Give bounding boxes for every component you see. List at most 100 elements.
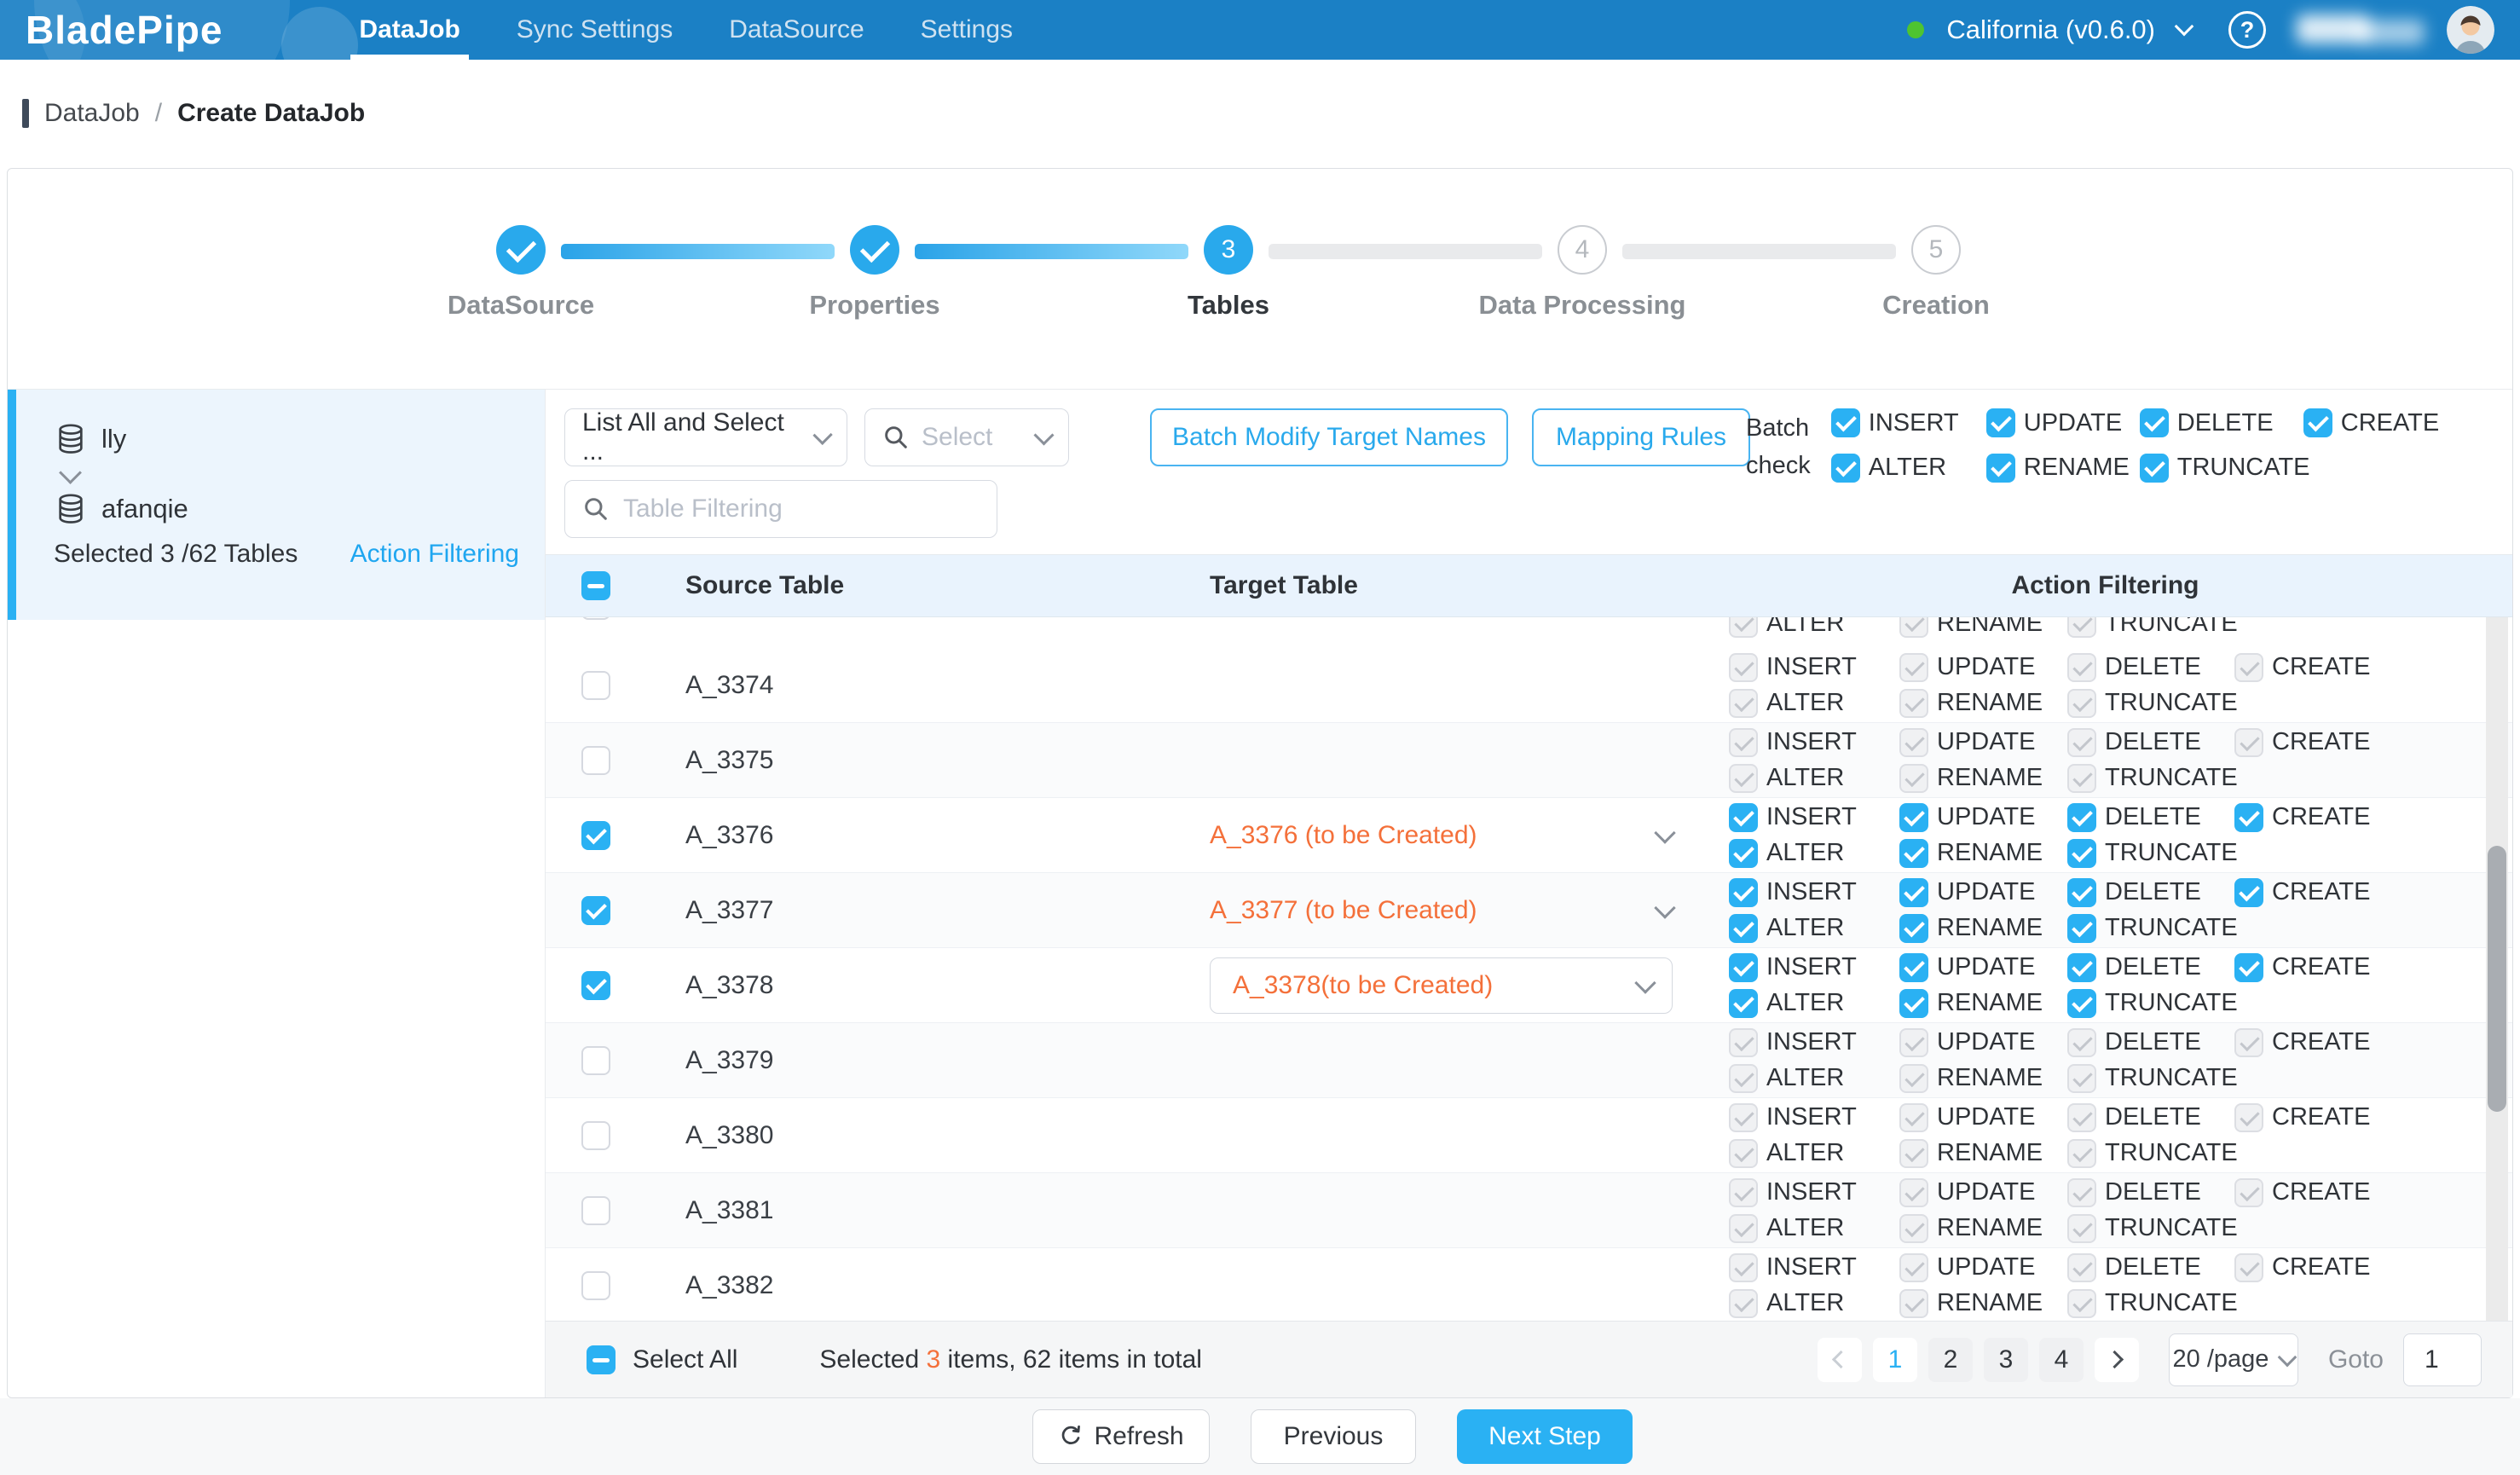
- action-checkbox[interactable]: [1899, 914, 1928, 943]
- action-checkbox[interactable]: [2067, 803, 2096, 832]
- user-avatar[interactable]: [2447, 6, 2494, 54]
- list-mode-select[interactable]: List All and Select ...: [564, 408, 847, 466]
- goto-page-input[interactable]: 1: [2403, 1333, 2482, 1386]
- pagination-page-4[interactable]: 4: [2039, 1338, 2084, 1382]
- batch-modify-target-names-button[interactable]: Batch Modify Target Names: [1150, 408, 1508, 466]
- action-checkbox: [1729, 1289, 1758, 1318]
- action-label: TRUNCATE: [2105, 1064, 2238, 1092]
- action-checkbox-item: CREATE: [2234, 653, 2379, 682]
- page-size-select[interactable]: 20 /page: [2169, 1333, 2298, 1386]
- action-checkbox[interactable]: [2067, 914, 2096, 943]
- search-icon: [582, 495, 610, 523]
- action-checkbox[interactable]: [1899, 803, 1928, 832]
- sidebar-item-db-pair[interactable]: lly afanqie: [8, 390, 545, 620]
- action-checkbox-item: ALTER: [1729, 617, 1899, 638]
- action-checkbox[interactable]: [1899, 953, 1928, 982]
- action-checkbox-item: RENAME: [1986, 454, 2140, 483]
- refresh-button[interactable]: Refresh: [1032, 1409, 1210, 1464]
- action-checkbox[interactable]: [1899, 989, 1928, 1018]
- row-checkbox[interactable]: [581, 1196, 610, 1225]
- action-checkbox[interactable]: [1899, 839, 1928, 868]
- action-checkbox[interactable]: [1831, 454, 1860, 483]
- previous-button[interactable]: Previous: [1251, 1409, 1416, 1464]
- target-table-select[interactable]: A_3376 (to be Created): [1210, 821, 1673, 850]
- action-checkbox[interactable]: [1729, 914, 1758, 943]
- action-checkbox[interactable]: [1831, 408, 1860, 437]
- pagination-prev-button[interactable]: [1818, 1338, 1862, 1382]
- action-filtering-grid: INSERTUPDATEDELETECREATEALTERRENAMETRUNC…: [1729, 728, 2512, 793]
- row-checkbox[interactable]: [581, 971, 610, 1000]
- row-checkbox[interactable]: [581, 1271, 610, 1300]
- row-checkbox[interactable]: [581, 671, 610, 700]
- pagination-page-1[interactable]: 1: [1873, 1338, 1917, 1382]
- select-all-checkbox[interactable]: [587, 1345, 616, 1374]
- action-checkbox[interactable]: [1729, 953, 1758, 982]
- action-label: CREATE: [2272, 1028, 2370, 1056]
- target-table-select[interactable]: A_3378(to be Created): [1210, 957, 1673, 1014]
- action-checkbox[interactable]: [2067, 878, 2096, 907]
- chevron-down-icon[interactable]: [2175, 17, 2194, 37]
- action-label: DELETE: [2105, 653, 2201, 681]
- action-checkbox[interactable]: [2234, 878, 2263, 907]
- action-checkbox-item: ALTER: [1729, 914, 1899, 943]
- action-checkbox[interactable]: [2140, 408, 2169, 437]
- table-row-clipped: INSERTUPDATEDELETECREATEALTERRENAMETRUNC…: [546, 617, 2512, 648]
- row-checkbox[interactable]: [581, 896, 610, 925]
- action-checkbox[interactable]: [2067, 953, 2096, 982]
- wizard-stepper: 3 4 5 DataSource Properties Tables Data …: [8, 169, 2512, 390]
- action-filtering-link[interactable]: Action Filtering: [350, 540, 519, 569]
- row-checkbox[interactable]: [581, 821, 610, 850]
- action-checkbox[interactable]: [1899, 878, 1928, 907]
- nav-item-datajob[interactable]: DataJob: [359, 0, 459, 60]
- action-label: INSERT: [1766, 653, 1857, 681]
- action-label: TRUNCATE: [2105, 1214, 2238, 1242]
- scrollbar-thumb[interactable]: [2488, 846, 2506, 1112]
- action-label: INSERT: [1766, 1103, 1857, 1131]
- row-checkbox[interactable]: [581, 746, 610, 775]
- action-checkbox[interactable]: [2067, 989, 2096, 1018]
- mapping-rules-button[interactable]: Mapping Rules: [1532, 408, 1750, 466]
- pagination-page-2[interactable]: 2: [1928, 1338, 1973, 1382]
- pagination-page-3[interactable]: 3: [1984, 1338, 2028, 1382]
- action-checkbox[interactable]: [2140, 454, 2169, 483]
- action-checkbox-item: TRUNCATE: [2067, 1214, 2234, 1243]
- table-row: A_3379 INSERTUPDATEDELETECREATEALTERRENA…: [546, 1023, 2512, 1098]
- action-checkbox[interactable]: [2234, 803, 2263, 832]
- action-label: TRUNCATE: [2105, 617, 2238, 638]
- row-checkbox[interactable]: [581, 617, 610, 620]
- nav-item-settings[interactable]: Settings: [921, 0, 1013, 60]
- action-label: INSERT: [1869, 409, 1959, 437]
- header-select-all-checkbox[interactable]: [581, 571, 610, 600]
- help-icon[interactable]: ?: [2228, 11, 2266, 49]
- action-checkbox[interactable]: [1729, 878, 1758, 907]
- action-checkbox: [1899, 689, 1928, 718]
- action-checkbox[interactable]: [1729, 989, 1758, 1018]
- table-filter-input[interactable]: Table Filtering: [564, 480, 997, 538]
- action-checkbox: [2234, 1103, 2263, 1132]
- action-checkbox[interactable]: [2067, 839, 2096, 868]
- action-checkbox[interactable]: [1986, 408, 2015, 437]
- source-table-name: A_3382: [685, 1271, 773, 1299]
- action-checkbox[interactable]: [2303, 408, 2332, 437]
- region-selector[interactable]: California (v0.6.0): [1946, 14, 2155, 45]
- nav-item-sync-settings[interactable]: Sync Settings: [517, 0, 673, 60]
- row-checkbox[interactable]: [581, 1121, 610, 1150]
- action-checkbox[interactable]: [1986, 454, 2015, 483]
- next-step-button[interactable]: Next Step: [1457, 1409, 1633, 1464]
- action-checkbox[interactable]: [1729, 803, 1758, 832]
- schema-select[interactable]: Select: [864, 408, 1069, 466]
- action-checkbox[interactable]: [2234, 953, 2263, 982]
- action-checkbox: [2067, 1214, 2096, 1243]
- action-label: UPDATE: [1937, 1103, 2035, 1131]
- action-filtering-grid: INSERTUPDATEDELETECREATEALTERRENAMETRUNC…: [1729, 1028, 2512, 1093]
- target-table-name: A_3377 (to be Created): [1210, 896, 1477, 925]
- row-checkbox[interactable]: [581, 1046, 610, 1075]
- step-label-data-processing: Data Processing: [1403, 290, 1761, 321]
- action-checkbox: [2067, 1139, 2096, 1168]
- pagination-next-button[interactable]: [2095, 1338, 2139, 1382]
- nav-item-datasource[interactable]: DataSource: [729, 0, 864, 60]
- target-table-select[interactable]: A_3377 (to be Created): [1210, 896, 1673, 925]
- list-mode-value: List All and Select ...: [582, 408, 804, 466]
- breadcrumb-parent[interactable]: DataJob: [44, 99, 140, 128]
- action-checkbox[interactable]: [1729, 839, 1758, 868]
